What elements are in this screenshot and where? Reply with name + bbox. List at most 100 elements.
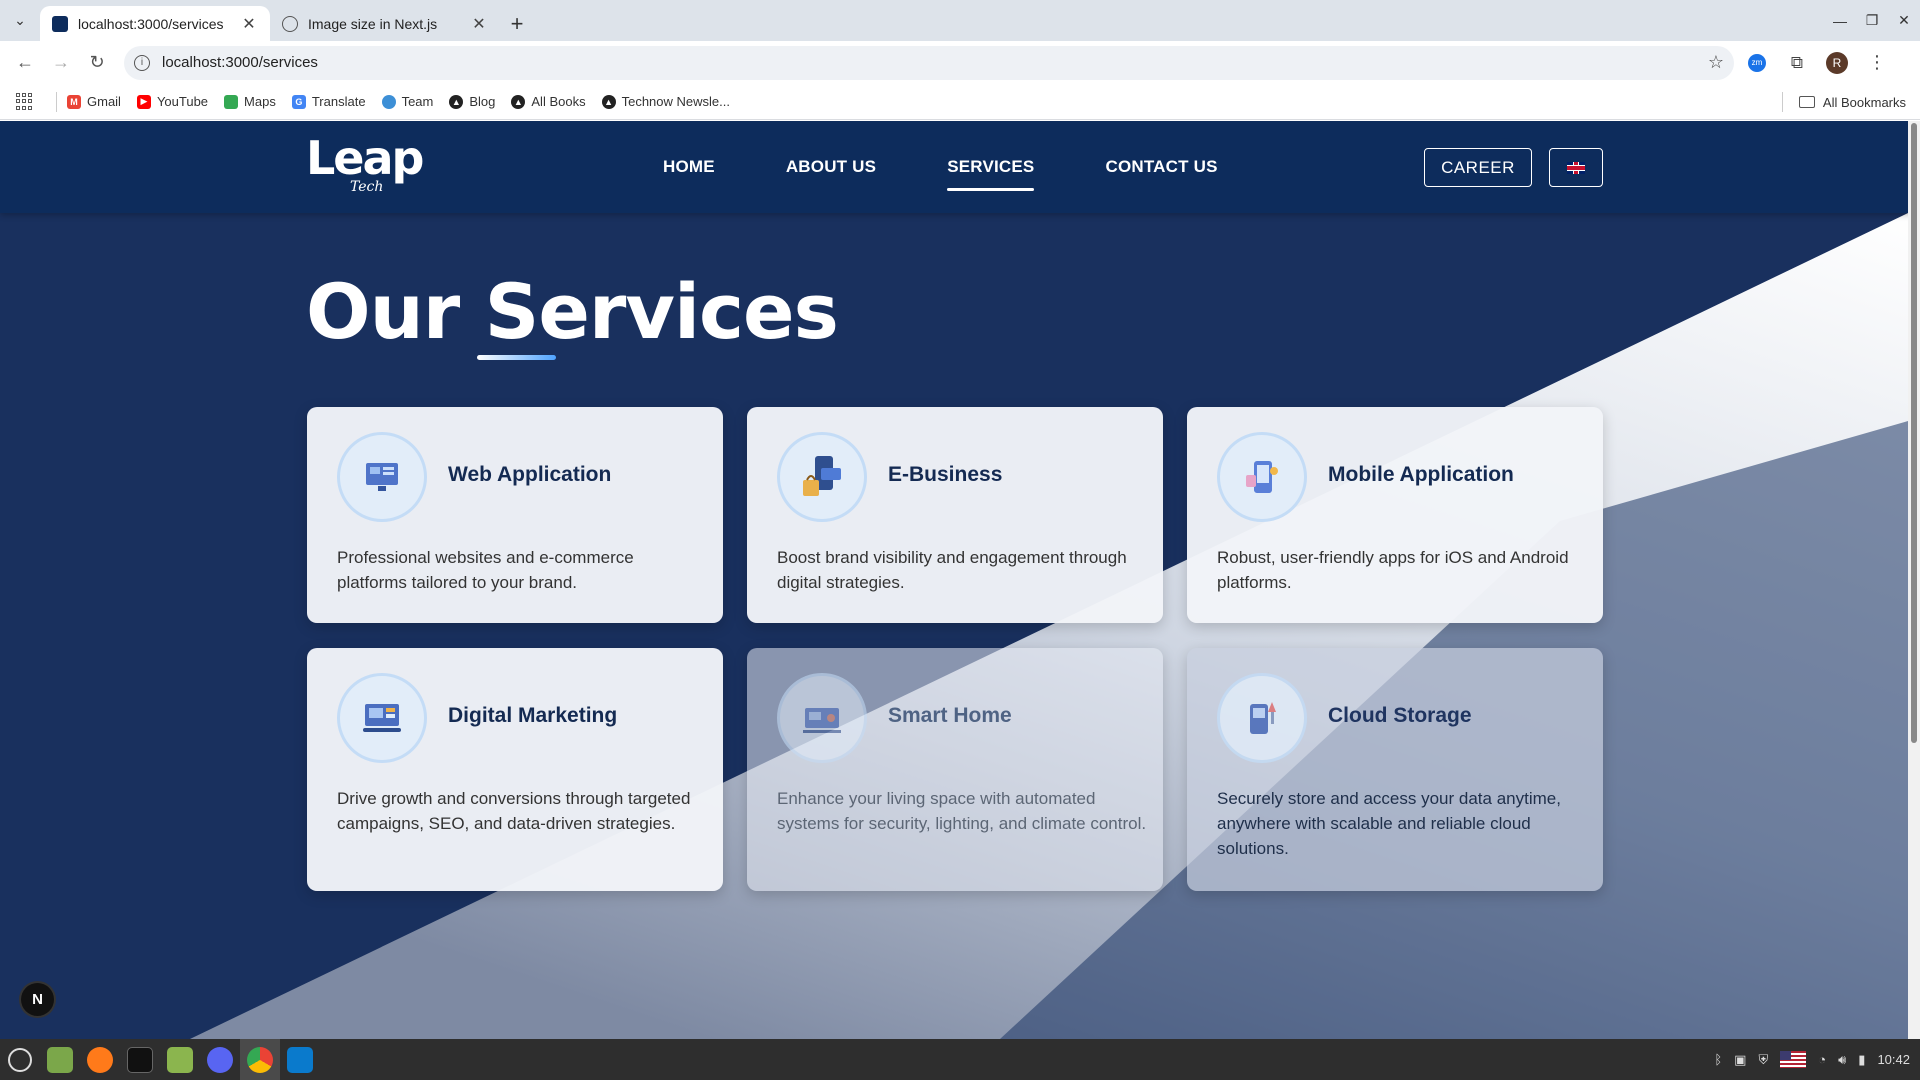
books-icon: ▲ — [511, 94, 526, 109]
service-card-mobile-application[interactable]: Mobile Application Robust, user-friendly… — [1187, 407, 1603, 623]
close-tab-icon[interactable]: ✕ — [240, 14, 258, 34]
bookmark-label: Team — [401, 94, 434, 109]
close-window-icon[interactable]: ✕ — [1888, 12, 1920, 29]
window-controls: — ❐ ✕ — [1824, 0, 1920, 41]
profile-button[interactable]: R — [1820, 46, 1854, 80]
service-card-cloud-storage[interactable]: Cloud Storage Securely store and access … — [1187, 648, 1603, 891]
clipboard-icon[interactable]: ▣ — [1734, 1052, 1746, 1068]
taskbar-file-manager[interactable] — [160, 1039, 200, 1080]
close-tab-icon[interactable]: ✕ — [470, 14, 488, 34]
mobile-app-icon — [1217, 432, 1307, 522]
logo-wordmark: Leap — [306, 131, 424, 185]
taskbar-chrome[interactable] — [240, 1039, 280, 1080]
blog-icon: ▲ — [449, 94, 464, 109]
site-info-icon[interactable]: i — [134, 54, 150, 71]
bookmark-team[interactable]: Team — [381, 94, 434, 109]
battery-icon[interactable]: ▮ — [1858, 1052, 1865, 1068]
start-menu-button[interactable] — [0, 1039, 40, 1080]
bookmark-label: YouTube — [156, 94, 209, 109]
puzzle-icon: ⧉ — [1790, 52, 1804, 72]
cloud-storage-icon — [1217, 673, 1307, 763]
maximize-icon[interactable]: ❐ — [1856, 12, 1888, 29]
service-card-e-business[interactable]: E-Business Boost brand visibility and en… — [747, 407, 1163, 623]
reload-button[interactable]: ↻ — [80, 46, 114, 80]
tab-search-button[interactable]: ⌄ — [0, 0, 40, 41]
tab-strip: ⌄ localhost:3000/services ✕ Image size i… — [0, 0, 1920, 41]
nav-about-us[interactable]: ABOUT US — [786, 157, 876, 177]
youtube-icon: ▶ — [136, 94, 151, 109]
bookmark-label: Blog — [469, 94, 496, 109]
bookmark-youtube[interactable]: ▶ YouTube — [136, 94, 209, 109]
all-bookmarks-button[interactable]: All Bookmarks — [1781, 84, 1906, 120]
digital-marketing-icon — [337, 673, 427, 763]
smart-home-icon — [777, 673, 867, 763]
newsletter-icon: ▲ — [601, 94, 616, 109]
nav-contact-us[interactable]: CONTACT US — [1105, 157, 1217, 177]
extensions-button[interactable]: ⧉ — [1780, 46, 1814, 80]
bookmark-star-icon[interactable]: ☆ — [1708, 52, 1724, 73]
taskbar-firefox[interactable] — [80, 1039, 120, 1080]
terminal-icon — [127, 1046, 153, 1073]
page-scrollbar[interactable] — [1908, 121, 1920, 1039]
tab-title: localhost:3000/services — [78, 15, 224, 32]
back-button[interactable]: ← — [8, 46, 42, 80]
bookmark-gmail[interactable]: M Gmail — [67, 94, 121, 109]
service-card-smart-home[interactable]: Smart Home Enhance your living space wit… — [747, 648, 1163, 891]
career-button[interactable]: CAREER — [1424, 148, 1532, 187]
bookmark-translate[interactable]: G Translate — [291, 94, 366, 109]
bookmark-technow[interactable]: ▲ Technow Newsle... — [601, 94, 730, 109]
globe-icon — [282, 15, 298, 32]
bluetooth-icon[interactable]: ᛒ — [1714, 1052, 1722, 1067]
bookmark-label: All Books — [531, 94, 586, 109]
taskbar-discord[interactable] — [200, 1039, 240, 1080]
service-card-digital-marketing[interactable]: Digital Marketing Drive growth and conve… — [307, 648, 723, 891]
taskbar-files-desktop[interactable] — [40, 1039, 80, 1080]
clock[interactable]: 10:42 — [1877, 1052, 1910, 1067]
taskbar-vscode[interactable] — [280, 1039, 320, 1080]
bookmarks-bar: M Gmail ▶ YouTube Maps G Translate Team ▲ Bl… — [0, 84, 1920, 120]
next-dev-badge[interactable]: N — [21, 983, 54, 1016]
service-description: Professional websites and e-commerce pla… — [337, 548, 634, 592]
tab-image-size[interactable]: Image size in Next.js ✕ — [270, 6, 500, 41]
scrollbar-thumb[interactable] — [1911, 123, 1917, 743]
nav-home[interactable]: HOME — [663, 157, 715, 177]
bookmark-all-books[interactable]: ▲ All Books — [511, 94, 586, 109]
service-title: Web Application — [448, 463, 612, 486]
taskbar-terminal[interactable] — [120, 1039, 160, 1080]
kebab-menu-icon: ⋮ — [1868, 52, 1886, 72]
zoom-extension-button[interactable]: zm — [1740, 46, 1774, 80]
site-navbar: Leap Tech HOME ABOUT US SERVICES CONTACT… — [0, 121, 1920, 213]
service-title: Digital Marketing — [448, 704, 618, 727]
nav-services[interactable]: SERVICES — [947, 157, 1035, 191]
apps-grid-icon[interactable] — [16, 92, 34, 111]
new-tab-button[interactable]: + — [500, 6, 534, 41]
web-page: Leap Tech HOME ABOUT US SERVICES CONTACT… — [0, 121, 1920, 1039]
wifi-icon[interactable]: ◔ — [1818, 1052, 1826, 1067]
browser-menu-button[interactable]: ⋮ — [1860, 46, 1894, 80]
shield-icon[interactable]: ⛨ — [1758, 1052, 1768, 1068]
zoom-extension-icon: zm — [1748, 53, 1766, 72]
keyboard-layout-us-flag-icon[interactable] — [1780, 1051, 1807, 1068]
service-description: Robust, user-friendly apps for iOS and A… — [1217, 548, 1569, 592]
vscode-icon — [287, 1046, 313, 1073]
system-tray: ᛒ ▣ ⛨ ◔ 🔊︎ ▮ 10:42 — [1702, 1039, 1910, 1080]
url-text: localhost:3000/services — [162, 54, 318, 71]
page-title: Our Services — [306, 267, 839, 356]
tab-services[interactable]: localhost:3000/services ✕ — [40, 6, 270, 41]
title-underline — [477, 355, 556, 360]
bookmark-blog[interactable]: ▲ Blog — [449, 94, 495, 109]
bookmark-maps[interactable]: Maps — [224, 94, 276, 109]
bookmark-label: Technow Newsle... — [621, 94, 730, 109]
volume-icon[interactable]: 🔊︎ — [1838, 1052, 1846, 1068]
address-bar[interactable]: i localhost:3000/services ☆ — [124, 45, 1734, 80]
forward-button[interactable]: → — [44, 46, 78, 80]
mint-menu-icon — [8, 1047, 32, 1072]
bookmark-label: Maps — [244, 94, 276, 109]
minimize-icon[interactable]: — — [1824, 13, 1856, 29]
service-title: E-Business — [888, 463, 1003, 486]
service-description: Securely store and access your data anyt… — [1217, 789, 1561, 858]
leap-logo[interactable]: Leap Tech — [306, 131, 424, 195]
service-card-web-application[interactable]: Web Application Professional websites an… — [307, 407, 723, 623]
language-button[interactable] — [1549, 148, 1603, 187]
maps-icon — [224, 94, 239, 109]
